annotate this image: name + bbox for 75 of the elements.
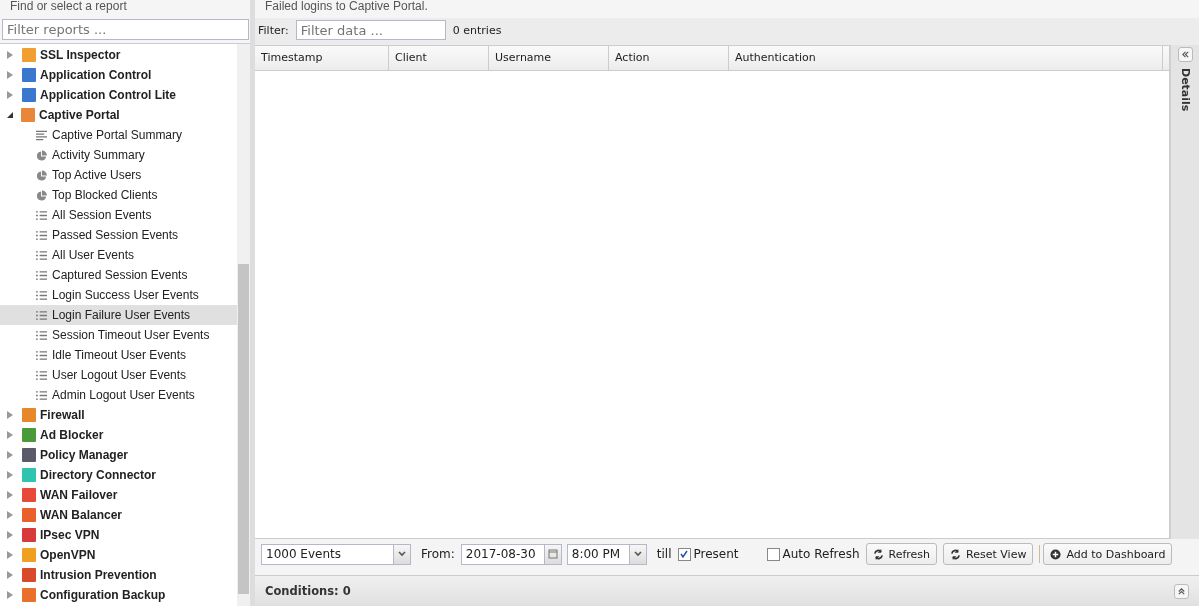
report-item[interactable]: All User Events [0,245,237,265]
column-header[interactable]: Authentication [729,46,1163,70]
from-label: From: [421,547,455,561]
caret-icon [397,549,407,559]
expand-icon[interactable] [1174,583,1189,599]
toolbar-button[interactable]: Add to Dashboard [1043,543,1173,565]
tree-item[interactable]: Ad Blocker [40,428,104,442]
pie-chart-icon [36,189,47,201]
till-label: till [656,547,672,561]
date-field[interactable]: 2017-08-30 [460,543,562,565]
events-limit-dropdown[interactable]: 1000 Events [261,543,411,565]
pie-chart-icon [36,149,47,161]
list-icon [36,389,47,401]
tree-item[interactable]: OpenVPN [40,548,96,562]
list-icon [36,369,47,381]
text-lines-icon [36,129,47,141]
tree-item[interactable]: WAN Balancer [40,508,123,522]
filter-label: Filter: [258,23,289,37]
list-icon [36,249,47,261]
refresh-icon [872,548,884,560]
panel-title: Find or select a report [9,0,128,15]
refresh-icon [950,548,962,560]
report-item[interactable]: Captive Portal Summary [0,125,237,145]
toolbar-button[interactable]: Reset View [943,543,1034,565]
tree-item[interactable]: Captive Portal [39,108,120,122]
caret-icon [632,549,643,559]
list-icon [36,229,47,241]
conditions-label: Conditions: 0 [265,584,351,598]
tree-item[interactable]: Application Control Lite [40,88,176,102]
report-item[interactable]: Admin Logout User Events [0,385,237,405]
report-item[interactable]: Passed Session Events [0,225,237,245]
checkmark-icon [679,549,689,559]
list-icon [36,349,47,361]
tree-item[interactable]: Firewall [40,408,85,422]
report-item[interactable]: Login Success User Events [0,285,237,305]
time-dropdown[interactable]: 8:00 PM [566,543,647,565]
column-header[interactable]: Client [389,46,489,70]
report-item[interactable]: Login Failure User Events [0,305,237,325]
report-item[interactable]: User Logout User Events [0,365,237,385]
expander-icon[interactable] [7,112,13,118]
list-icon [36,329,47,341]
report-item[interactable]: Idle Timeout User Events [0,345,237,365]
filter-reports-field[interactable]: Filter reports ... [2,19,249,40]
expand-icon[interactable] [1177,47,1193,62]
tree-item[interactable]: Policy Manager [40,448,129,462]
report-item[interactable]: Top Blocked Clients [0,185,237,205]
filter-data-field[interactable]: Filter data ... [295,20,446,40]
calendar-icon [547,549,558,559]
tree-item[interactable]: Directory Connector [40,468,157,482]
report-item[interactable]: Top Active Users [0,165,237,185]
column-header[interactable]: Username [489,46,609,70]
toolbar-button[interactable]: Refresh [865,543,938,565]
list-icon [36,269,47,281]
column-header[interactable]: Action [609,46,729,70]
report-item[interactable]: All Session Events [0,205,237,225]
list-icon [36,209,47,221]
tree-item[interactable]: WAN Failover [40,488,118,502]
scrollbar[interactable] [237,44,250,606]
tree-item[interactable]: IPsec VPN [40,528,100,542]
report-item[interactable]: Session Timeout User Events [0,325,237,345]
plus-circle-icon [1050,548,1062,560]
list-icon [36,289,47,301]
details-title: Details [1178,68,1192,112]
present-checkbox[interactable]: Present [677,547,739,561]
tree-item[interactable]: SSL Inspector [40,48,121,62]
tree-item[interactable]: Application Control [40,68,152,82]
list-icon [36,309,47,321]
auto-refresh-checkbox[interactable]: Auto Refresh [766,547,860,561]
report-item[interactable]: Captured Session Events [0,265,237,285]
column-header[interactable]: Timestamp [255,46,389,70]
entries-count: 0 entries [452,23,502,37]
tree-item[interactable]: Intrusion Prevention [40,568,157,582]
tree-item[interactable]: Configuration Backup [40,588,166,602]
pie-chart-icon [36,169,47,181]
report-item[interactable]: Activity Summary [0,145,237,165]
